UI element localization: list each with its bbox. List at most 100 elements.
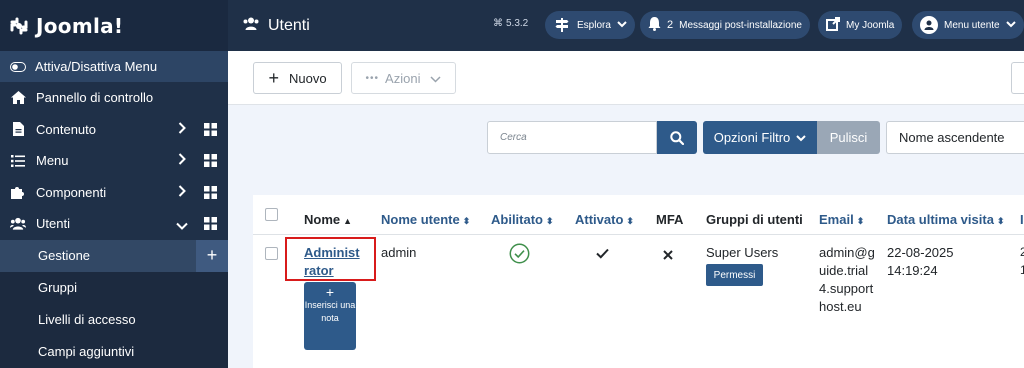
- x-icon: [663, 247, 673, 265]
- bell-icon: [648, 16, 661, 34]
- sidebar-item-label: Menu: [36, 153, 69, 169]
- chevron-down-icon: [796, 130, 806, 145]
- column-header-label: Email: [819, 212, 854, 227]
- plus-icon: +: [325, 284, 335, 300]
- chevron-down-icon: [617, 20, 627, 31]
- dashboard-grid-icon[interactable]: [204, 185, 217, 202]
- select-all-checkbox[interactable]: [265, 208, 278, 221]
- check-circle-icon[interactable]: [509, 243, 530, 269]
- dashboard-grid-icon[interactable]: [204, 154, 217, 170]
- page-title: Utenti: [242, 17, 310, 35]
- sidebar-item-menu[interactable]: Menu: [0, 145, 228, 177]
- sidebar-subitem-label: Livelli di accesso: [38, 312, 136, 327]
- sidebar-subitem-groups[interactable]: Gruppi: [0, 271, 228, 304]
- add-note-label: Inserisci una nota: [304, 300, 356, 323]
- clear-button[interactable]: Pulisci: [817, 121, 880, 154]
- my-joomla-button[interactable]: My Joomla: [818, 11, 903, 39]
- cutoff-cell: 2: [1020, 245, 1024, 259]
- dashboard-grid-icon[interactable]: [204, 122, 217, 139]
- list-icon: [10, 154, 26, 167]
- column-header-label: Nome utente: [381, 212, 460, 227]
- cutoff-cell: 1: [1020, 263, 1024, 277]
- column-header-label: Nome: [304, 212, 341, 227]
- sort-select[interactable]: Nome ascendente: [886, 121, 1024, 154]
- actions-label: Azioni: [385, 70, 421, 86]
- check-icon[interactable]: [596, 246, 609, 264]
- messages-count: 2: [667, 19, 674, 31]
- home-icon: [10, 91, 26, 105]
- sidebar-item-label: Contenuto: [36, 121, 96, 137]
- joomla-small-icon: ⌘: [493, 18, 503, 29]
- dashboard-grid-icon[interactable]: [204, 217, 217, 233]
- user-avatar-icon: [920, 16, 938, 34]
- page-title-text: Utenti: [268, 16, 310, 34]
- my-joomla-label: My Joomla: [846, 19, 895, 31]
- column-header-groups: Gruppi di utenti: [706, 212, 803, 227]
- messages-label: Messaggi post-installazione: [679, 19, 802, 31]
- sort-icon: ⬍: [546, 216, 554, 226]
- sidebar: Joomla! Attiva/Disattiva Menu Pannello d…: [0, 0, 228, 368]
- search-input[interactable]: Cerca: [487, 121, 657, 154]
- add-user-plus-icon[interactable]: +: [196, 239, 228, 272]
- toggle-icon: [10, 61, 26, 72]
- sidebar-subitem-manage[interactable]: Gestione +: [0, 239, 228, 272]
- joomla-logo: Joomla!: [8, 14, 123, 38]
- sort-icon: ⬍: [626, 216, 634, 226]
- chevron-down-icon[interactable]: [176, 218, 188, 233]
- column-header-cutoff[interactable]: I: [1020, 212, 1024, 227]
- column-header-name[interactable]: Nome ▲: [304, 212, 352, 227]
- user-menu-button[interactable]: Menu utente: [912, 11, 1024, 39]
- sidebar-subitem-fields[interactable]: Campi aggiuntivi: [0, 335, 228, 368]
- column-header-mfa: MFA: [656, 212, 684, 227]
- filter-options-button[interactable]: Opzioni Filtro: [703, 121, 817, 154]
- column-header-last-visit[interactable]: Data ultima visita ⬍: [887, 212, 1004, 227]
- users-icon: [242, 17, 260, 35]
- column-header-enabled[interactable]: Abilitato ⬍: [491, 212, 554, 227]
- signpost-icon: [553, 16, 571, 34]
- plus-icon: +: [268, 68, 279, 88]
- add-note-button[interactable]: + Inserisci una nota: [304, 282, 356, 350]
- sidebar-item-users[interactable]: Utenti: [0, 208, 228, 240]
- chevron-down-icon: [1005, 20, 1016, 31]
- chevron-right-icon[interactable]: [178, 121, 186, 137]
- brand-name: Joomla!: [36, 13, 124, 38]
- table-header-divider: [253, 234, 1024, 235]
- highlight-box: [285, 237, 376, 281]
- last-visit-time: 14:19:24: [887, 263, 938, 278]
- sidebar-item-label: Utenti: [36, 216, 70, 232]
- sort-icon: ⬍: [996, 216, 1005, 226]
- sidebar-item-components[interactable]: Componenti: [0, 177, 228, 209]
- search-icon: [670, 130, 684, 145]
- sort-icon: ⬍: [462, 216, 471, 226]
- column-header-username[interactable]: Nome utente ⬍: [381, 212, 470, 227]
- brand[interactable]: Joomla!: [0, 0, 228, 51]
- groups-cell: Super Users: [706, 245, 779, 260]
- toggle-menu-button[interactable]: Attiva/Disattiva Menu: [0, 51, 228, 82]
- explore-button[interactable]: Esplora: [545, 11, 635, 39]
- search-button[interactable]: [657, 121, 697, 154]
- sidebar-subitem-label: Gestione: [38, 248, 91, 263]
- sidebar-subitem-label: Gruppi: [38, 280, 78, 295]
- chevron-right-icon[interactable]: [178, 184, 186, 200]
- permissions-button[interactable]: Permessi: [706, 264, 763, 286]
- column-header-activated[interactable]: Attivato ⬍: [575, 212, 634, 227]
- new-button[interactable]: + Nuovo: [253, 62, 342, 94]
- row-checkbox[interactable]: [265, 247, 278, 260]
- column-header-email[interactable]: Email ⬍: [819, 212, 864, 227]
- column-header-label: Abilitato: [491, 212, 543, 227]
- sidebar-item-label: Componenti: [36, 184, 107, 200]
- chevron-down-icon: [430, 71, 441, 86]
- actions-dropdown[interactable]: ••• Azioni: [351, 62, 456, 94]
- column-header-label: Data ultima visita: [887, 212, 994, 227]
- toolbar-extra-button[interactable]: [1011, 62, 1024, 94]
- chevron-right-icon[interactable]: [178, 153, 186, 168]
- toggle-menu-label: Attiva/Disattiva Menu: [35, 59, 158, 74]
- filter-options-label: Opzioni Filtro: [713, 130, 791, 145]
- sidebar-subitem-access-levels[interactable]: Livelli di accesso: [0, 303, 228, 336]
- email-cell: admin@guide.trial4.supporthost.eu: [819, 245, 875, 314]
- sidebar-item-dashboard[interactable]: Pannello di controllo: [0, 82, 228, 114]
- sidebar-item-content[interactable]: Contenuto: [0, 114, 228, 146]
- version-number: 5.3.2: [506, 18, 529, 29]
- column-header-label: Attivato: [575, 212, 624, 227]
- post-install-messages-button[interactable]: 2 Messaggi post-installazione: [640, 11, 810, 39]
